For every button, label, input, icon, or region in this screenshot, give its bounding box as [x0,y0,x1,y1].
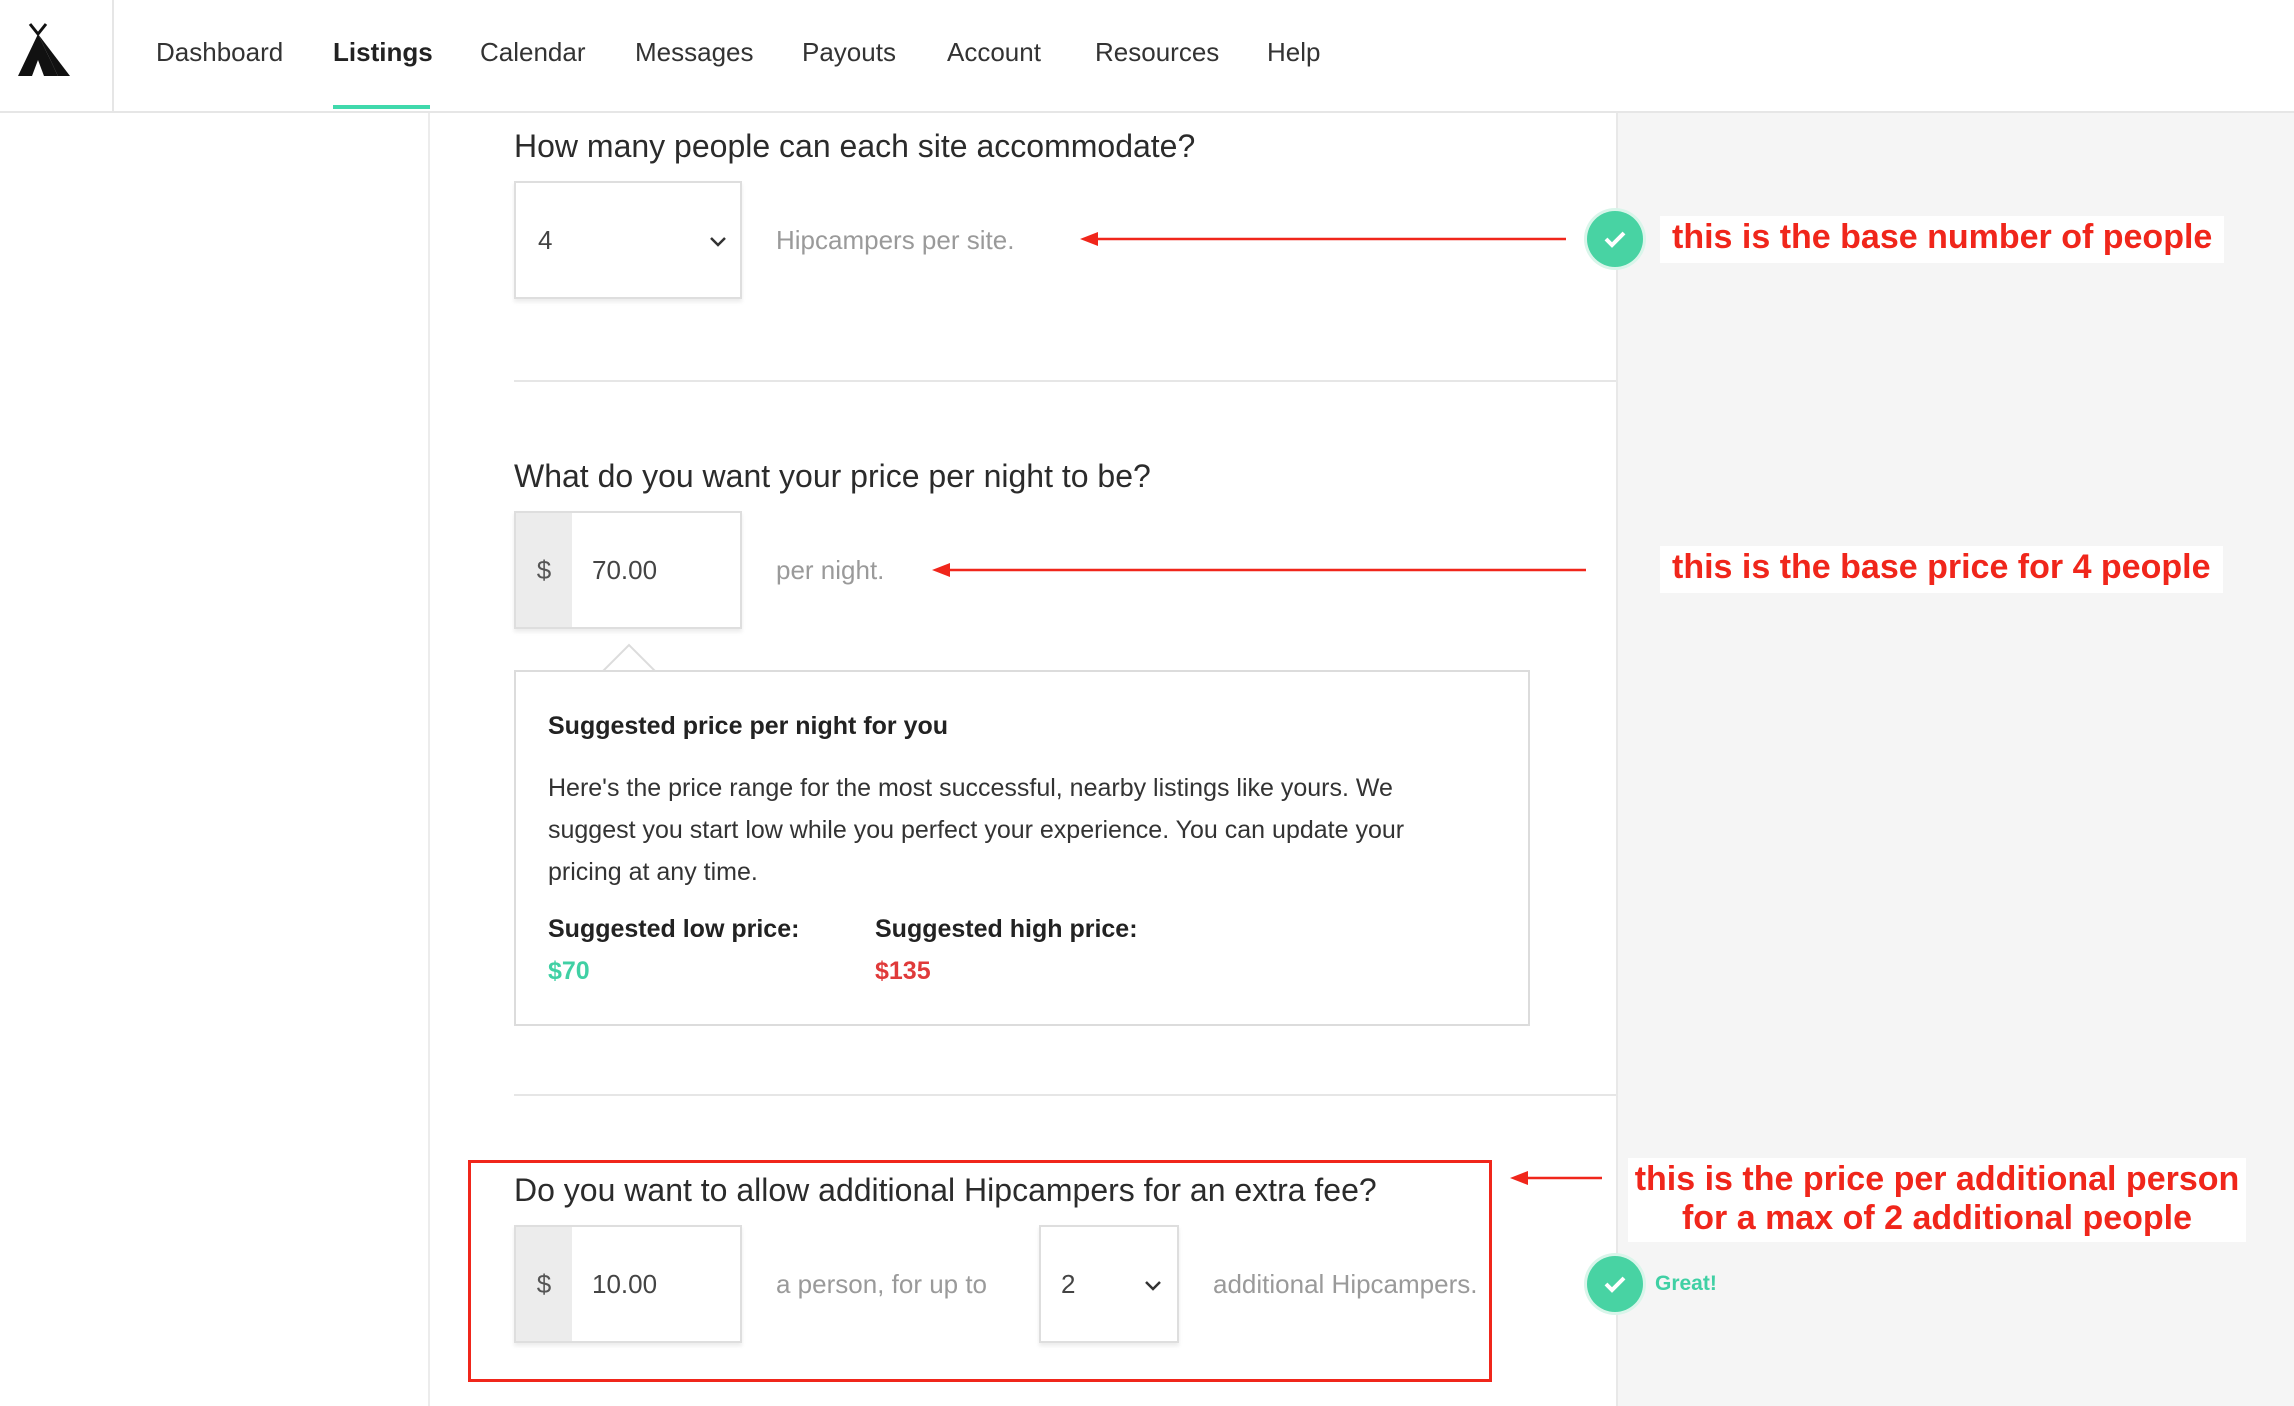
price-suffix: per night. [776,555,885,585]
nav-help[interactable]: Help [1267,0,1320,105]
annotation-extra-line2: for a max of 2 additional people [1681,1199,2193,1237]
nav-calendar[interactable]: Calendar [480,0,586,105]
high-price-label: Suggested high price: [875,915,1138,943]
currency-prefix: $ [516,513,572,627]
capacity-select-value: 4 [538,225,553,255]
card-pointer [602,643,656,673]
low-price-label: Suggested low price: [548,915,800,943]
annotation-base-people: this is the base number of people [1660,216,2225,263]
check-circle-icon [1587,211,1643,267]
nav-messages[interactable]: Messages [635,0,754,105]
hipcamp-logo-icon[interactable] [16,22,72,78]
left-gutter [0,113,430,1406]
annotation-extra-line1: this is the price per additional person [1634,1160,2240,1198]
annotation-arrow-left-icon [1080,232,1566,246]
section-divider [514,1094,1616,1096]
capacity-question: How many people can each site accommodat… [514,128,1196,164]
annotation-extra-person: this is the price per additional person … [1628,1158,2246,1242]
annotation-arrow-left-icon [1510,1171,1602,1185]
suggested-price-card: Suggested price per night for you Here's… [514,670,1530,1026]
capacity-suffix: Hipcampers per site. [776,225,1015,255]
nav-resources[interactable]: Resources [1095,0,1219,105]
logo-cell [0,0,114,111]
nav-dashboard[interactable]: Dashboard [156,0,283,105]
check-circle-icon [1587,1256,1643,1312]
validation-status: Great! [1655,1272,1717,1295]
high-price-value: $135 [875,957,931,985]
price-input[interactable]: $ 70.00 [514,511,742,629]
nav-listings[interactable]: Listings [333,0,433,105]
annotation-arrow-left-icon [932,563,1586,577]
nav-account[interactable]: Account [947,0,1041,105]
capacity-select[interactable]: 4 [514,181,742,299]
card-body: Here's the price range for the most succ… [548,774,1405,886]
price-question: What do you want your price per night to… [514,458,1151,494]
card-title: Suggested price per night for you [548,712,949,740]
top-nav-bar: Dashboard Listings Calendar Messages Pay… [0,0,2294,113]
annotation-highlight-box [468,1160,1492,1382]
low-price-value: $70 [548,957,590,985]
price-input-value: 70.00 [592,555,658,585]
chevron-down-icon [710,237,726,247]
annotation-base-price: this is the base price for 4 people [1660,546,2223,593]
nav-payouts[interactable]: Payouts [802,0,896,105]
active-tab-indicator [333,105,430,109]
section-divider [514,380,1616,382]
